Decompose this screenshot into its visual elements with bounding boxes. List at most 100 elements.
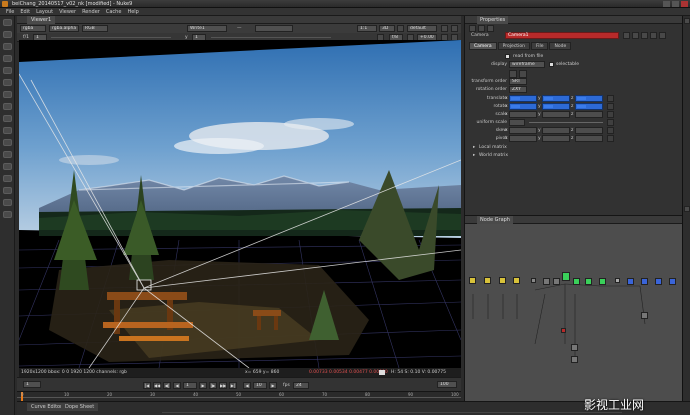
pivot-x-field[interactable] <box>509 135 537 142</box>
tab-file[interactable]: File <box>530 42 549 50</box>
selectable-checkbox[interactable] <box>549 62 554 67</box>
lock-panels-icon[interactable] <box>487 25 494 32</box>
read-node-3[interactable] <box>499 277 506 284</box>
prev-keyframe-icon[interactable]: ◀◀ <box>153 382 161 389</box>
next-frame-icon[interactable]: |▶ <box>209 382 217 389</box>
view-mode-dropdown[interactable]: 3D <box>379 25 395 32</box>
transform-pivot-icon[interactable] <box>519 70 527 78</box>
viewer-settings-icon[interactable] <box>441 25 448 32</box>
viewer-tab[interactable]: Viewer1 <box>27 16 56 24</box>
layer-dropdown[interactable]: rgba.alpha <box>49 25 79 32</box>
rotate-y-field[interactable] <box>542 103 570 110</box>
node-help-icon[interactable] <box>632 32 639 39</box>
gain-slider[interactable] <box>51 37 171 38</box>
tab-camera[interactable]: Camera <box>469 42 497 50</box>
channels-dropdown[interactable]: rgba <box>20 25 46 32</box>
expand-arrow-icon[interactable]: ▸ <box>473 145 475 150</box>
particles-nodes-icon[interactable] <box>3 163 12 170</box>
minimize-icon[interactable] <box>663 1 670 7</box>
tab-node[interactable]: Node <box>549 42 572 50</box>
menu-help[interactable]: Help <box>124 8 141 15</box>
green-node-4[interactable] <box>599 278 606 285</box>
skip-forward-icon[interactable]: ▶ <box>269 382 277 389</box>
pivot-y-field[interactable] <box>542 135 570 142</box>
rotate-x-field[interactable] <box>509 103 537 110</box>
colorspace-dropdown[interactable]: RGB <box>82 25 108 32</box>
node-color-icon[interactable] <box>623 32 630 39</box>
read-node-1[interactable] <box>469 277 476 284</box>
image-nodes-icon[interactable] <box>3 19 12 26</box>
range-start-field[interactable]: 1 <box>23 381 41 388</box>
maximize-icon[interactable] <box>672 1 679 7</box>
node-close-icon[interactable] <box>659 32 666 39</box>
translate-y-field[interactable] <box>542 95 570 102</box>
menu-edit[interactable]: Edit <box>17 8 33 15</box>
filter-nodes-icon[interactable] <box>3 79 12 86</box>
increment-field[interactable]: 10 <box>253 382 267 389</box>
display-dropdown[interactable]: wireframe <box>509 61 545 68</box>
tab-dope-sheet[interactable]: Dope Sheet <box>61 403 99 411</box>
menu-cache[interactable]: Cache <box>103 8 125 15</box>
viewer-menu-icon[interactable] <box>451 25 458 32</box>
range-end-field[interactable]: 100 <box>437 381 457 388</box>
skew-x-field[interactable] <box>509 127 537 134</box>
node-graph-panel[interactable]: Node Graph <box>464 215 690 401</box>
tab-projection[interactable]: Projection <box>497 42 530 50</box>
other-nodes-icon[interactable] <box>3 187 12 194</box>
translate-z-field[interactable] <box>575 95 603 102</box>
close-icon[interactable] <box>681 1 688 7</box>
uniform-scale-field[interactable] <box>509 119 525 126</box>
next-keyframe-icon[interactable]: ▶▶ <box>219 382 227 389</box>
prev-frame-icon[interactable]: ◀| <box>163 382 171 389</box>
scale-x-field[interactable] <box>509 111 537 118</box>
zoom-dropdown[interactable]: 1:1 <box>357 25 377 32</box>
transform-nodes-icon[interactable] <box>3 115 12 122</box>
properties-tab[interactable]: Properties <box>477 16 509 24</box>
lock-icon[interactable] <box>397 25 404 32</box>
menu-render[interactable]: Render <box>79 8 103 15</box>
ofx-nodes-icon[interactable] <box>3 211 12 218</box>
views-nodes-icon[interactable] <box>3 139 12 146</box>
skew-z-field[interactable] <box>575 127 603 134</box>
play-backward-icon[interactable]: ◀ <box>173 382 181 389</box>
viewer-viewport[interactable] <box>19 40 461 368</box>
green-node-3[interactable] <box>585 278 592 285</box>
3d-nodes-icon[interactable] <box>3 127 12 134</box>
dot-node-red[interactable] <box>561 328 566 333</box>
furnace-nodes-icon[interactable] <box>3 199 12 206</box>
camera-node-4[interactable] <box>669 278 676 285</box>
keyer-nodes-icon[interactable] <box>3 91 12 98</box>
metadata-nodes-icon[interactable] <box>3 151 12 158</box>
translate-x-field[interactable] <box>509 95 537 102</box>
panel-split-icon[interactable] <box>684 206 690 212</box>
camera-node-1[interactable] <box>627 278 634 285</box>
transform-handle-icon[interactable] <box>509 70 517 78</box>
input-b-dropdown[interactable] <box>255 25 293 32</box>
node-float-icon[interactable] <box>650 32 657 39</box>
panel-menu-icon[interactable] <box>684 18 690 24</box>
render-node[interactable] <box>571 356 578 363</box>
deep-nodes-icon[interactable] <box>3 175 12 182</box>
camera-node-2[interactable] <box>641 278 648 285</box>
last-frame-icon[interactable]: ▶| <box>229 382 237 389</box>
gamma-slider[interactable] <box>211 37 331 38</box>
scale-anim-icon[interactable] <box>607 111 614 118</box>
skew-anim-icon[interactable] <box>607 127 614 134</box>
menu-file[interactable]: File <box>3 8 17 15</box>
camera-dropdown[interactable]: default <box>407 25 437 32</box>
first-frame-icon[interactable]: |◀ <box>143 382 151 389</box>
read-from-file-checkbox[interactable] <box>505 54 510 59</box>
merge-node-1[interactable] <box>543 278 550 285</box>
channel-nodes-icon[interactable] <box>3 55 12 62</box>
pivot-z-field[interactable] <box>575 135 603 142</box>
transform-node[interactable] <box>641 312 648 319</box>
dot-node-2[interactable] <box>615 278 620 283</box>
draw-nodes-icon[interactable] <box>3 31 12 38</box>
time-nodes-icon[interactable] <box>3 43 12 50</box>
node-revert-icon[interactable] <box>641 32 648 39</box>
node-name-field[interactable]: Camera1 <box>505 32 619 39</box>
scale-y-field[interactable] <box>542 111 570 118</box>
uniform-scale-anim-icon[interactable] <box>607 119 614 126</box>
uniform-scale-slider[interactable] <box>529 122 603 123</box>
pivot-anim-icon[interactable] <box>607 135 614 142</box>
